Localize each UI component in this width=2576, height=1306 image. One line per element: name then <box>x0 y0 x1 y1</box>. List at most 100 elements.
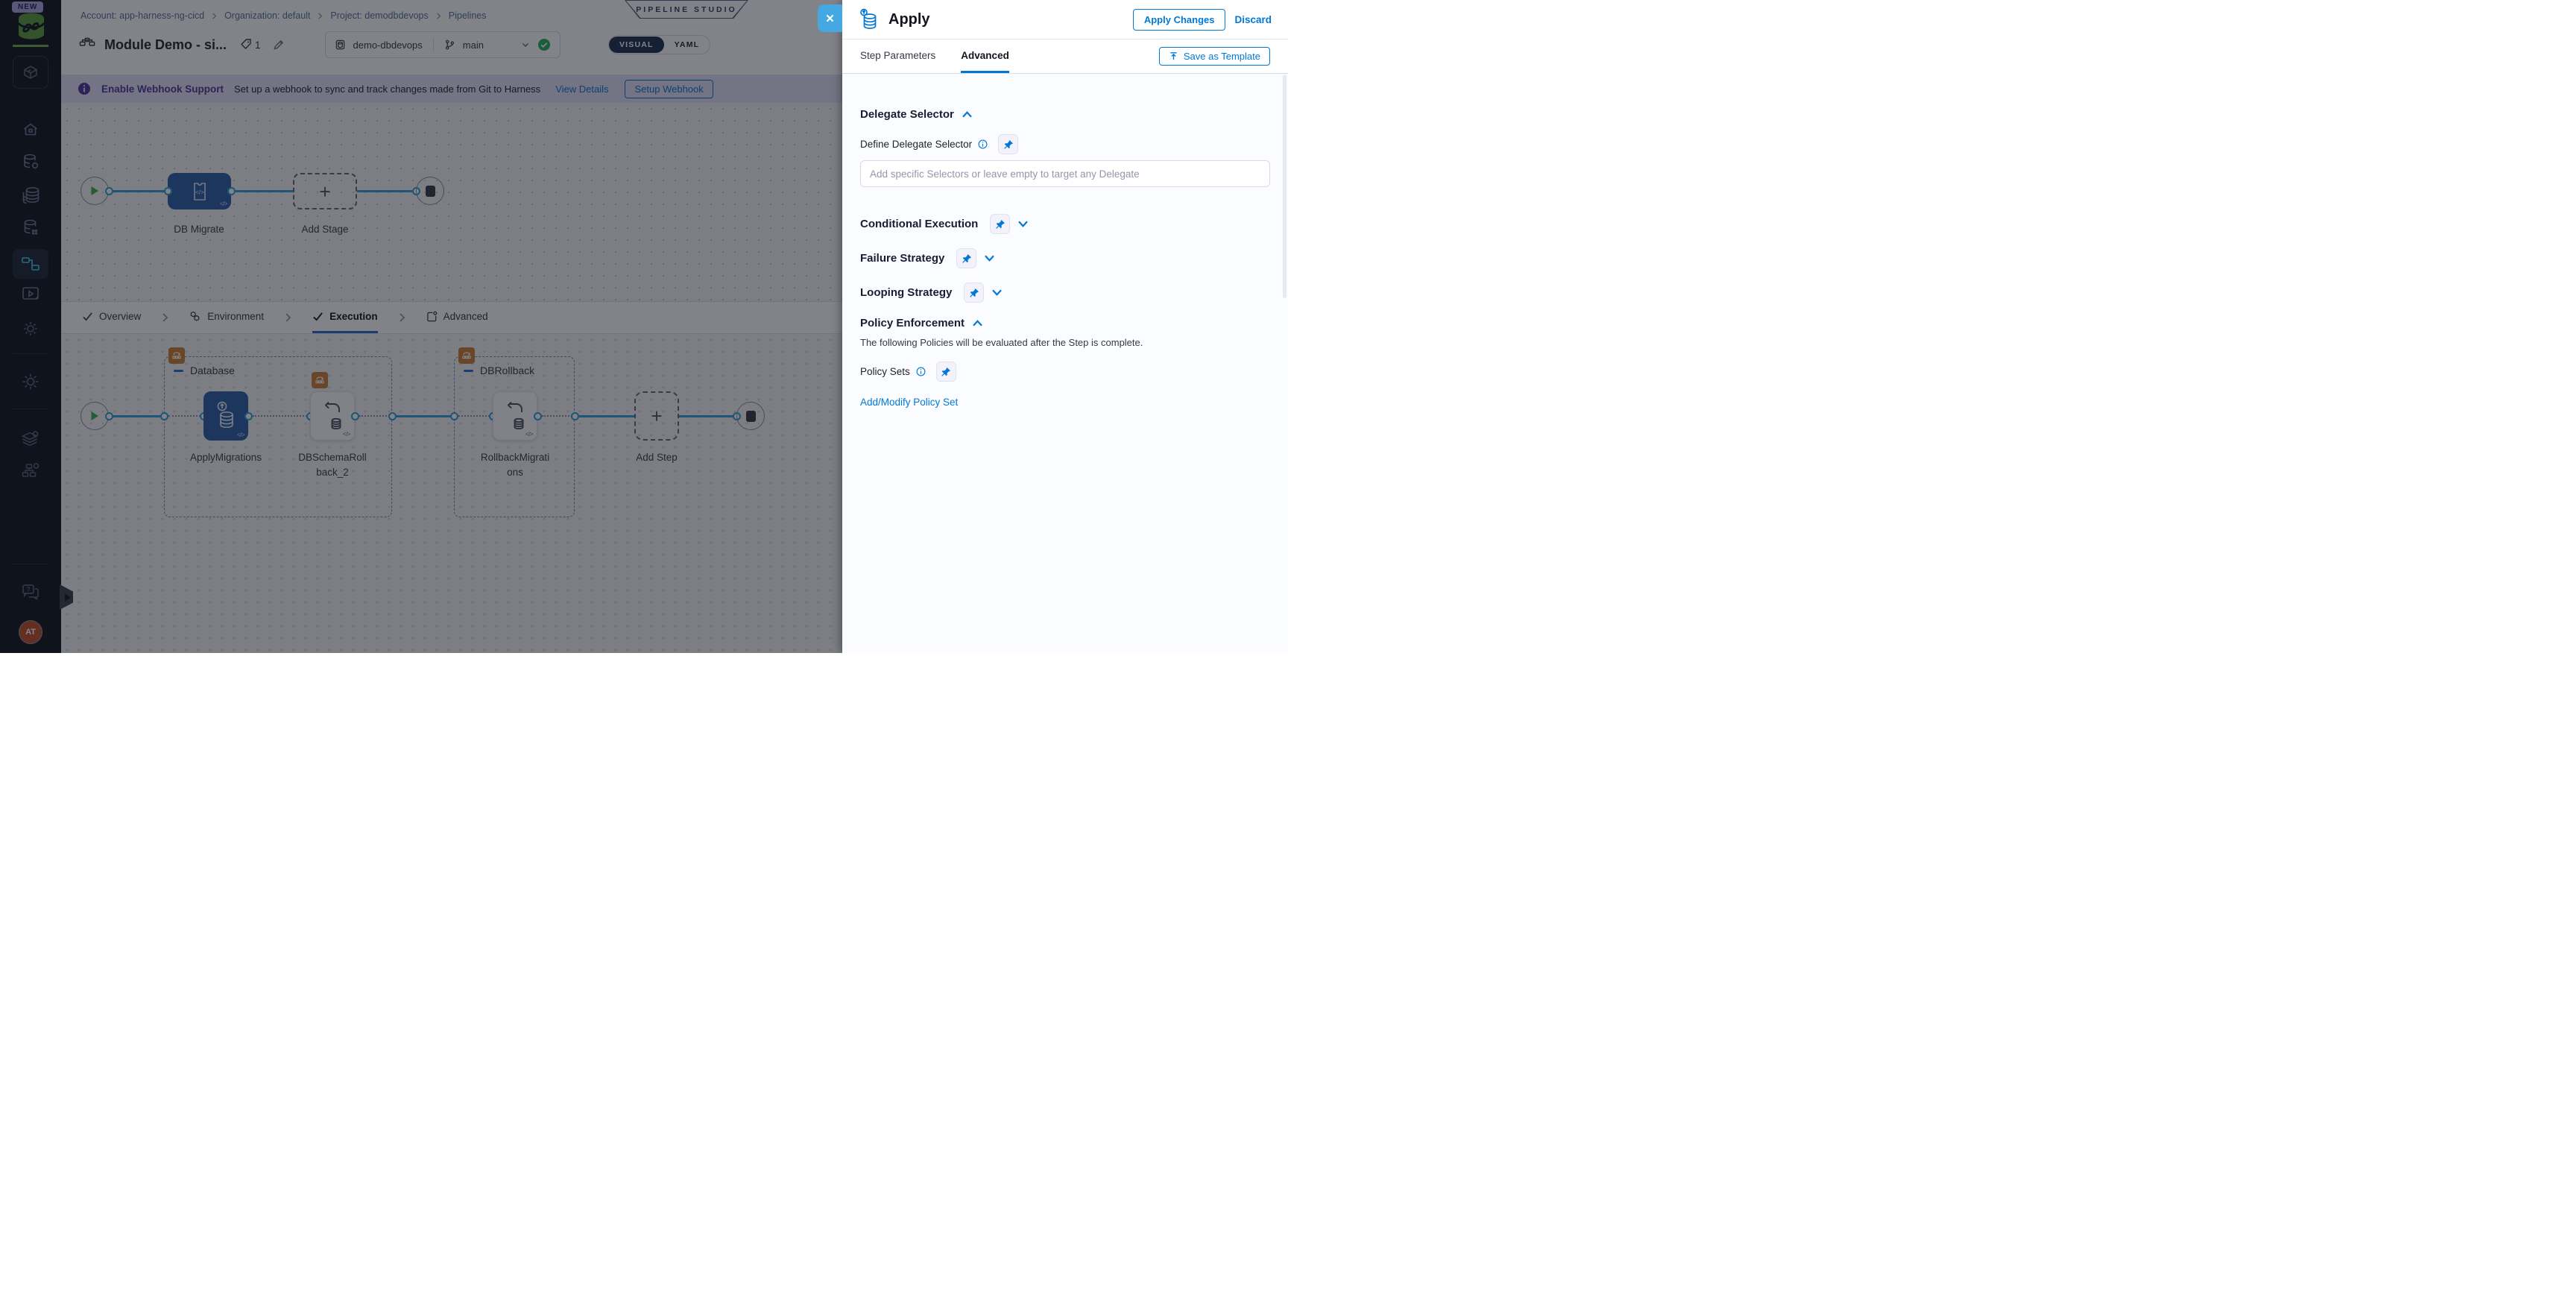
hexagons-icon <box>189 311 201 322</box>
chevron-right-icon <box>211 12 218 19</box>
module-selector-cube-icon[interactable] <box>13 56 48 89</box>
node-port[interactable] <box>350 411 359 420</box>
stage-pipeline-canvas[interactable]: </> </> + DB Migrate Add Stage <box>61 103 842 301</box>
group-port[interactable] <box>570 411 579 420</box>
discard-button[interactable]: Discard <box>1234 14 1272 25</box>
tab-advanced[interactable]: Advanced <box>961 40 1009 73</box>
policy-description: The following Policies will be evaluated… <box>860 337 1143 348</box>
sidebar-db-stack-icon[interactable] <box>21 186 41 205</box>
execution-canvas[interactable]: Database </> </> DBRollback </> + ApplyM… <box>61 334 842 653</box>
tab-advanced[interactable]: Advanced <box>426 302 488 333</box>
advanced-board-icon <box>426 311 438 322</box>
add-stage-label: Add Stage <box>301 224 349 235</box>
upload-icon <box>1169 51 1178 61</box>
repo-name[interactable]: demo-dbdevops <box>353 40 423 51</box>
collapse-minus-icon[interactable] <box>174 369 183 372</box>
setup-webhook-button[interactable]: Setup Webhook <box>625 79 713 98</box>
node-port[interactable] <box>163 186 172 195</box>
expand-chevron-down-icon[interactable] <box>984 254 995 262</box>
branch-name[interactable]: main <box>463 40 484 51</box>
pin-button[interactable] <box>990 214 1011 234</box>
banner-description: Set up a webhook to sync and track chang… <box>234 83 541 95</box>
step-node-rollbackmigrations[interactable]: </> <box>493 391 537 441</box>
node-port[interactable] <box>227 186 236 195</box>
pin-button[interactable] <box>935 362 956 382</box>
group-port[interactable] <box>449 411 458 420</box>
chevron-down-icon[interactable] <box>521 40 530 49</box>
looping-strategy-section: Looping Strategy <box>860 283 1270 303</box>
sidebar-project-settings-gear-icon[interactable] <box>20 371 41 392</box>
toggle-visual[interactable]: VISUAL <box>608 37 664 53</box>
visual-yaml-toggle: VISUAL YAML <box>607 35 711 54</box>
harness-dbdevops-logo[interactable] <box>16 12 47 40</box>
field-label: Policy Sets <box>860 366 910 377</box>
add-stage-node[interactable]: + <box>293 173 357 209</box>
pipeline-studio-ribbon: PIPELINE STUDIO <box>625 0 748 19</box>
info-icon[interactable] <box>978 139 988 149</box>
collapse-chevron-up-icon[interactable] <box>972 319 983 327</box>
delegate-selector-input[interactable] <box>860 160 1270 187</box>
node-port[interactable] <box>244 411 253 420</box>
sidebar-db-gear-icon[interactable] <box>21 152 40 171</box>
sidebar-home-icon[interactable] <box>22 121 40 139</box>
add-step-label: Add Step <box>636 452 678 463</box>
chevron-right-icon <box>317 12 323 19</box>
policy-sets-row: Policy Sets <box>860 362 1270 382</box>
tab-environment[interactable]: Environment <box>189 302 264 333</box>
group-port[interactable] <box>388 411 397 420</box>
breadcrumb-project[interactable]: Project: demodbdevops <box>330 10 428 21</box>
toggle-yaml[interactable]: YAML <box>664 37 710 53</box>
group-port[interactable] <box>160 411 168 420</box>
stage-label: DB Migrate <box>174 224 224 235</box>
view-details-link[interactable]: View Details <box>555 83 608 95</box>
save-as-template-button[interactable]: Save as Template <box>1158 47 1270 66</box>
sidebar-gear-icon[interactable] <box>21 319 40 338</box>
plus-icon: + <box>651 405 663 427</box>
edit-pencil-icon[interactable] <box>273 39 285 51</box>
expand-chevron-down-icon[interactable] <box>1017 220 1029 228</box>
breadcrumb-organization[interactable]: Organization: default <box>224 10 310 21</box>
group-header: Database <box>174 365 235 376</box>
chevron-right-icon <box>284 302 292 333</box>
sidebar-pipelines-icon[interactable] <box>13 249 48 279</box>
add-modify-policy-set-link[interactable]: Add/Modify Policy Set <box>860 397 958 408</box>
sidebar-orgchart-gear-icon[interactable] <box>21 461 41 480</box>
tab-execution[interactable]: Execution <box>312 302 378 333</box>
collapse-minus-icon[interactable] <box>464 369 473 372</box>
node-port[interactable] <box>533 411 542 420</box>
step-node-dbschemarollback[interactable]: </> <box>310 391 355 441</box>
tag-count[interactable]: 1 <box>240 39 261 51</box>
sidebar-executions-icon[interactable] <box>21 285 40 303</box>
connector-line <box>109 190 168 192</box>
sidebar-layers-gear-icon[interactable] <box>21 429 41 449</box>
help-chat-icon[interactable]: ? <box>20 583 41 602</box>
tab-step-parameters[interactable]: Step Parameters <box>860 40 935 73</box>
step-group-database[interactable]: Database <box>164 356 392 517</box>
sidebar-db-dots-icon[interactable] <box>21 218 40 237</box>
stop-icon <box>425 185 435 197</box>
step-node-applymigrations[interactable]: </> <box>203 391 248 441</box>
pipeline-graph-icon <box>79 37 95 52</box>
tab-overview[interactable]: Overview <box>82 302 141 333</box>
logo-divider <box>13 45 48 47</box>
new-badge: NEW <box>12 1 44 13</box>
git-context-box: demo-dbdevops main <box>324 31 561 58</box>
section-title: Delegate Selector <box>860 108 954 121</box>
breadcrumb-pipelines[interactable]: Pipelines <box>449 10 487 21</box>
user-avatar[interactable]: AT <box>19 620 42 644</box>
close-drawer-button[interactable]: ✕ <box>818 4 842 32</box>
collapse-chevron-up-icon[interactable] <box>962 110 973 119</box>
expand-chevron-down-icon[interactable] <box>991 288 1003 297</box>
apply-changes-button[interactable]: Apply Changes <box>1132 8 1226 31</box>
pin-button[interactable] <box>956 248 977 268</box>
drawer-scrollbar[interactable] <box>1283 75 1287 298</box>
code-badge: </> <box>236 432 245 438</box>
pin-button[interactable] <box>964 283 985 303</box>
group-name[interactable]: DBRollback <box>480 365 534 376</box>
info-icon[interactable] <box>916 367 926 376</box>
group-name[interactable]: Database <box>190 365 235 376</box>
add-step-node[interactable]: + <box>634 391 679 441</box>
breadcrumb-account[interactable]: Account: app-harness-ng-cicd <box>80 10 204 21</box>
pin-button[interactable] <box>998 134 1019 154</box>
stage-node-db-migrate[interactable]: </> </> <box>168 173 231 209</box>
